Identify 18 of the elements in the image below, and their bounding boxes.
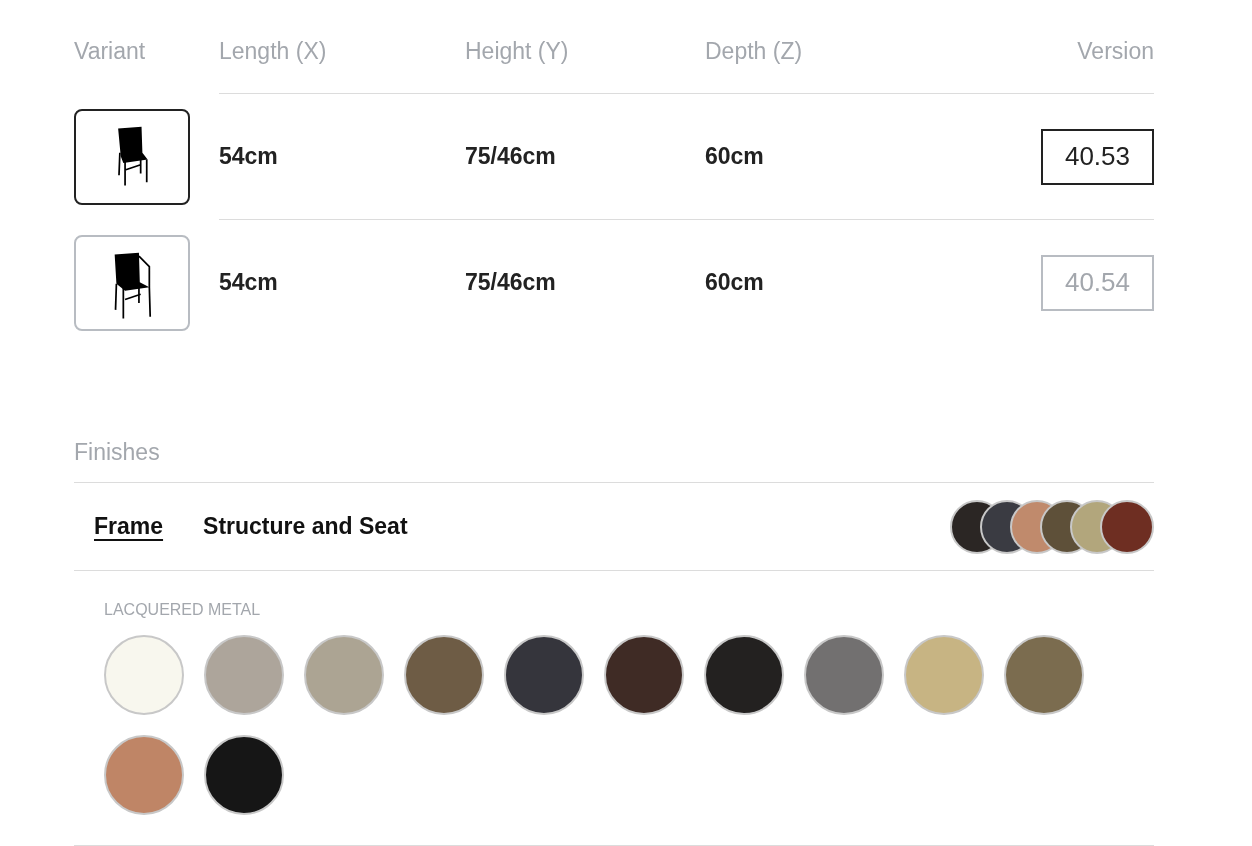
variant-thumbnail[interactable]	[74, 234, 190, 331]
column-header: Depth (Z)	[705, 38, 1041, 94]
finish-tab[interactable]: Structure and Seat	[203, 513, 408, 540]
column-header: Length (X)	[219, 38, 465, 94]
group-title: LACQUERED METAL	[104, 601, 262, 619]
table-cell: 54cm	[219, 269, 278, 296]
variant-thumbnail[interactable]	[74, 108, 190, 205]
section-title: Finishes	[74, 439, 1154, 483]
table-cell: 60cm	[705, 269, 764, 296]
table-cell: 54cm	[219, 143, 278, 170]
table-cell: 75/46cm	[465, 143, 556, 170]
finish-tab[interactable]: Frame	[94, 513, 164, 540]
table-cell: 75/46cm	[465, 269, 556, 296]
column-header: Version	[1041, 38, 1154, 94]
column-header: Height (Y)	[465, 38, 705, 94]
column-header: Variant	[74, 38, 147, 66]
table-cell: 60cm	[705, 143, 764, 170]
version-button[interactable]: 40.53	[1041, 128, 1154, 185]
